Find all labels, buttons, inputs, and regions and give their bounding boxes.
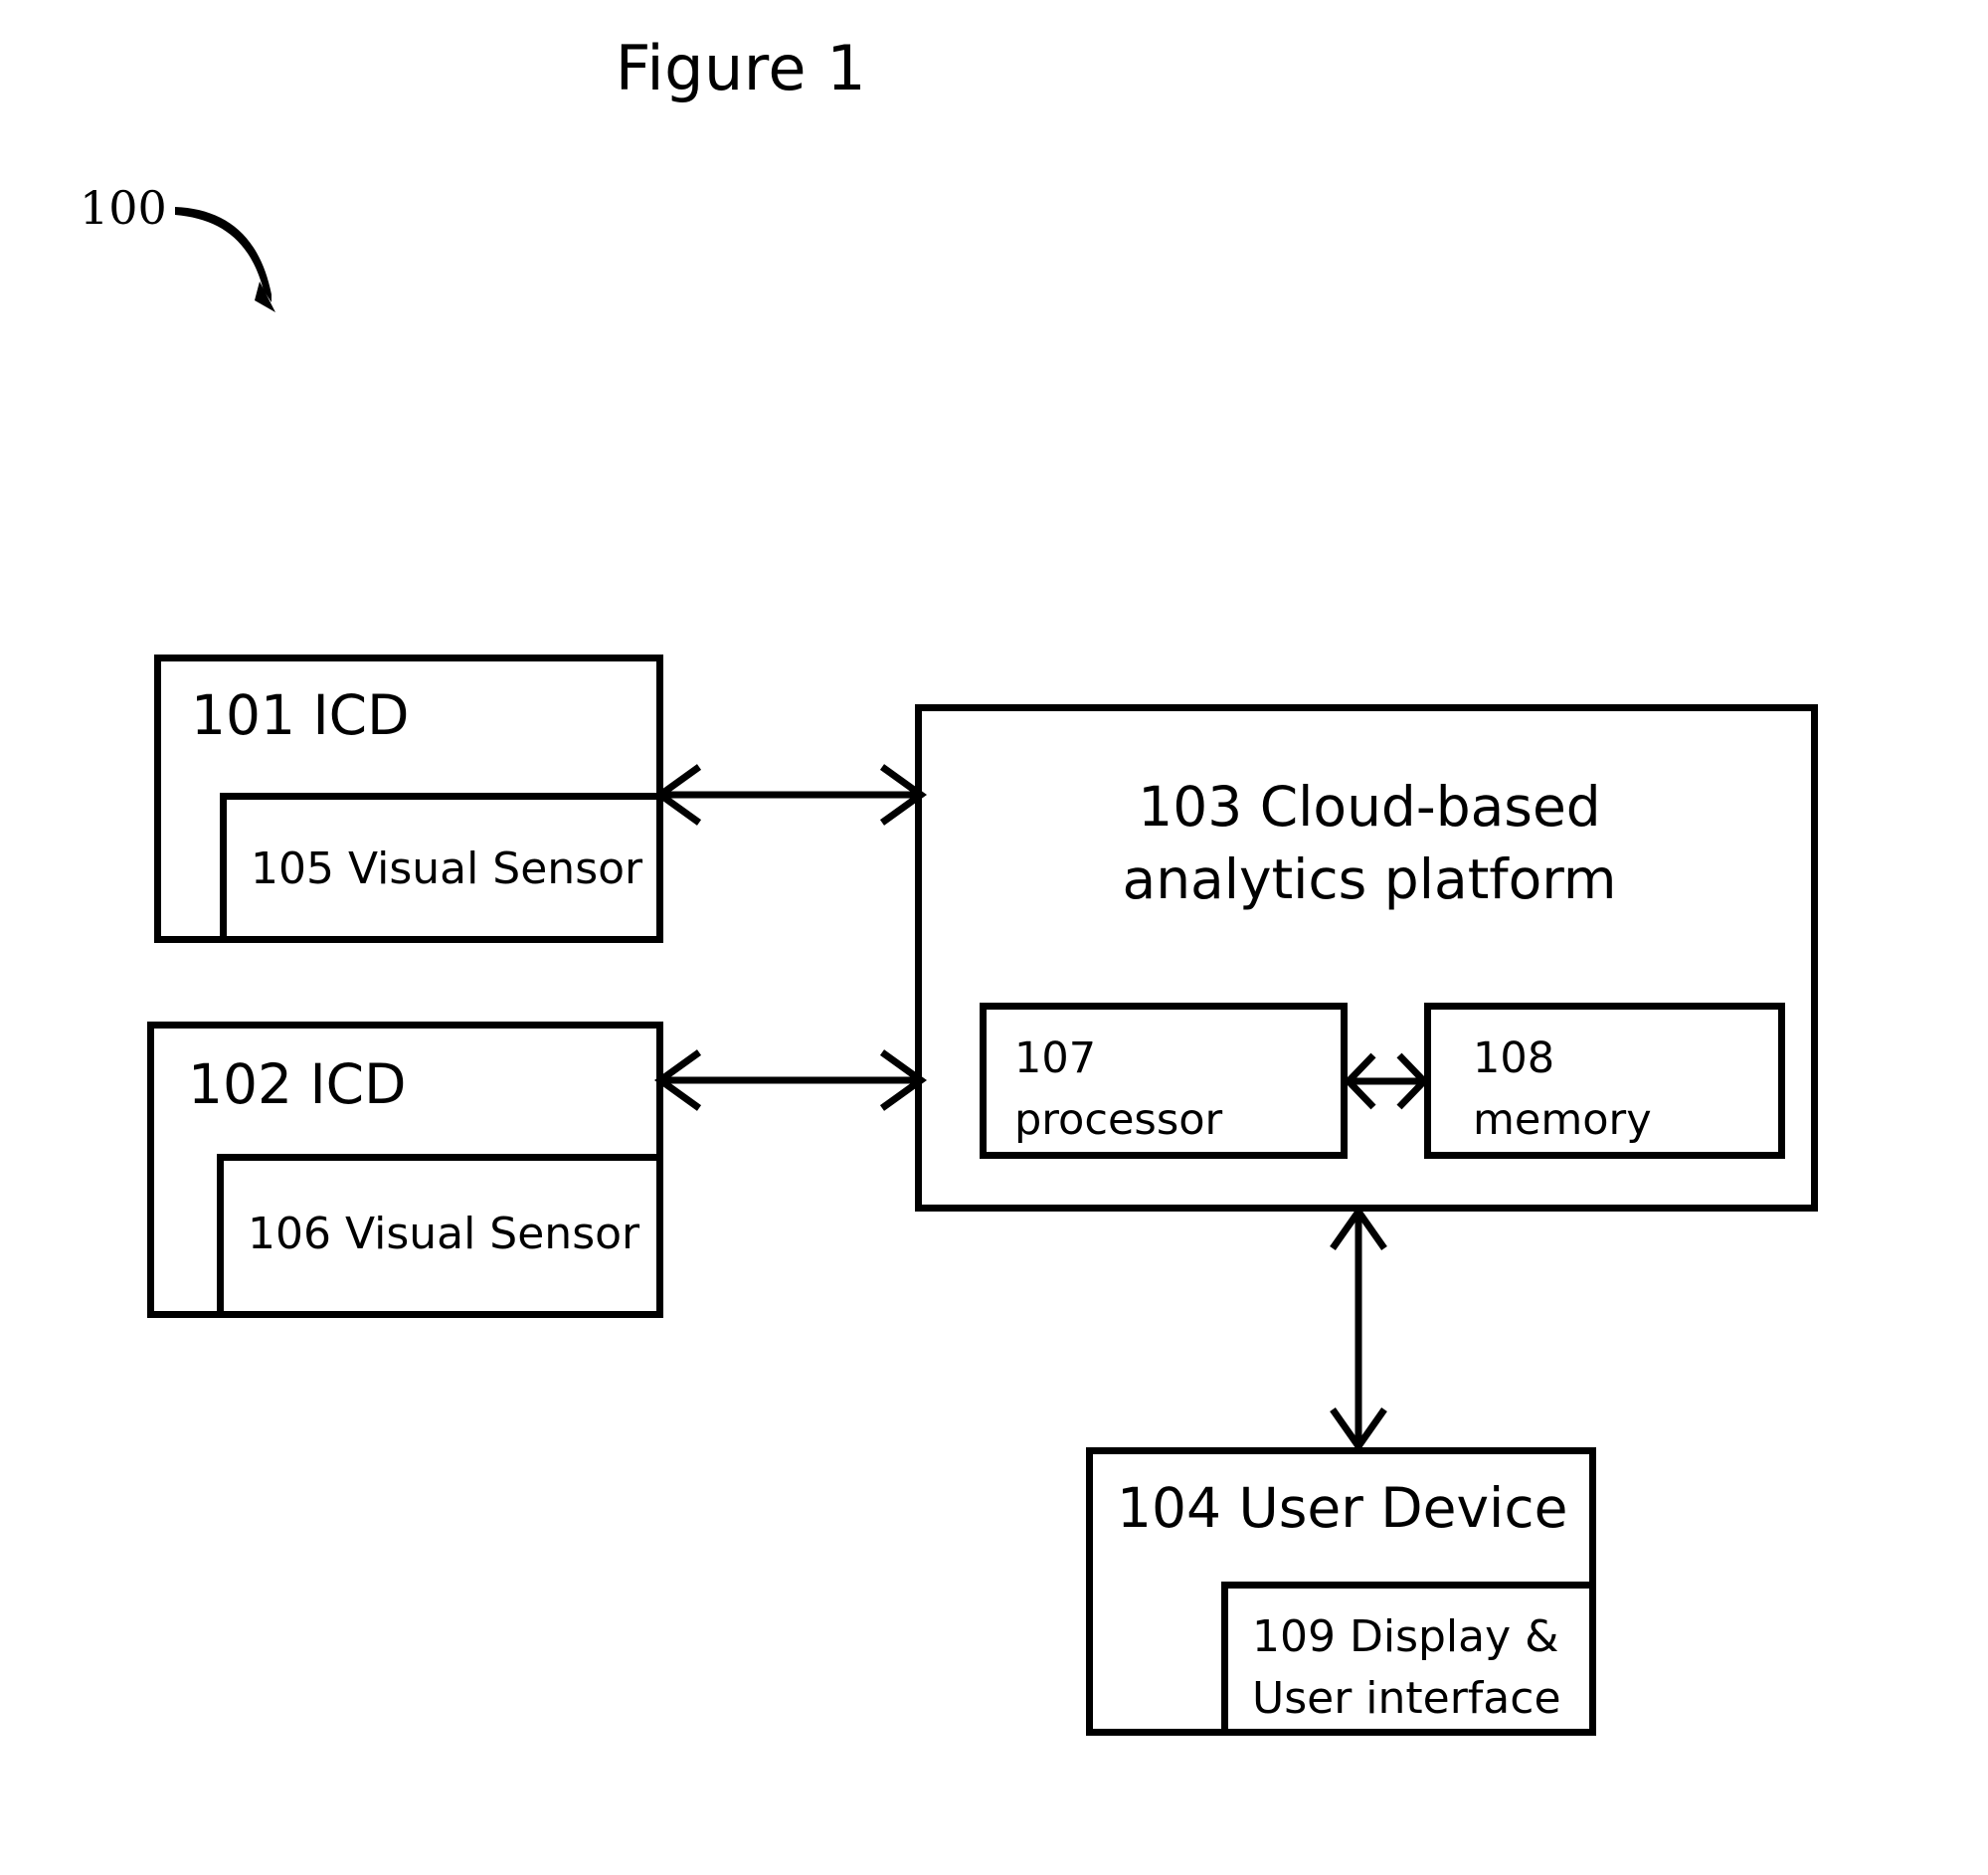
page-title: Figure 1	[615, 32, 867, 104]
memory-108-label-line1: 108	[1473, 1033, 1555, 1083]
memory-108-label: 108 memory	[1473, 1028, 1771, 1152]
cloud-platform-103-label-line1: 103 Cloud-based	[1138, 775, 1601, 839]
processor-107-label-line2: processor	[1014, 1095, 1223, 1146]
processor-107-label: 107 processor	[1014, 1028, 1323, 1152]
visual-sensor-106-label: 106 Visual Sensor	[248, 1209, 640, 1259]
system-reference-numeral: 100	[80, 181, 167, 235]
cloud-user-device-bidirectional-arrow	[1330, 1205, 1387, 1453]
user-device-104-label: 104 User Device	[1117, 1476, 1568, 1540]
icd2-cloud-bidirectional-arrow	[653, 1049, 928, 1111]
memory-108-label-line2: memory	[1473, 1095, 1652, 1146]
processor-107-box: 107 processor	[980, 1003, 1348, 1159]
visual-sensor-105-label: 105 Visual Sensor	[251, 844, 643, 894]
visual-sensor-106-box: 106 Visual Sensor	[217, 1154, 663, 1318]
display-ui-109-label-line1: 109 Display &	[1252, 1611, 1559, 1662]
icd-102-label: 102 ICD	[188, 1052, 407, 1116]
icd-101-label: 101 ICD	[191, 683, 410, 747]
display-ui-109-label-line2: User interface	[1252, 1673, 1561, 1725]
figure-canvas: Figure 1 100 101 ICD 105 Visual Sensor 1…	[0, 0, 1988, 1875]
display-ui-109-box: 109 Display & User interface	[1221, 1582, 1596, 1736]
cloud-platform-103-label-line2: analytics platform	[1122, 847, 1617, 912]
processor-107-label-line1: 107	[1014, 1033, 1097, 1083]
memory-108-box: 108 memory	[1424, 1003, 1785, 1159]
icd1-cloud-bidirectional-arrow	[653, 764, 928, 826]
cloud-platform-103-label: 103 Cloud-based analytics platform	[982, 771, 1757, 916]
visual-sensor-105-box: 105 Visual Sensor	[220, 793, 663, 943]
display-ui-109-label: 109 Display & User interface	[1252, 1606, 1590, 1731]
